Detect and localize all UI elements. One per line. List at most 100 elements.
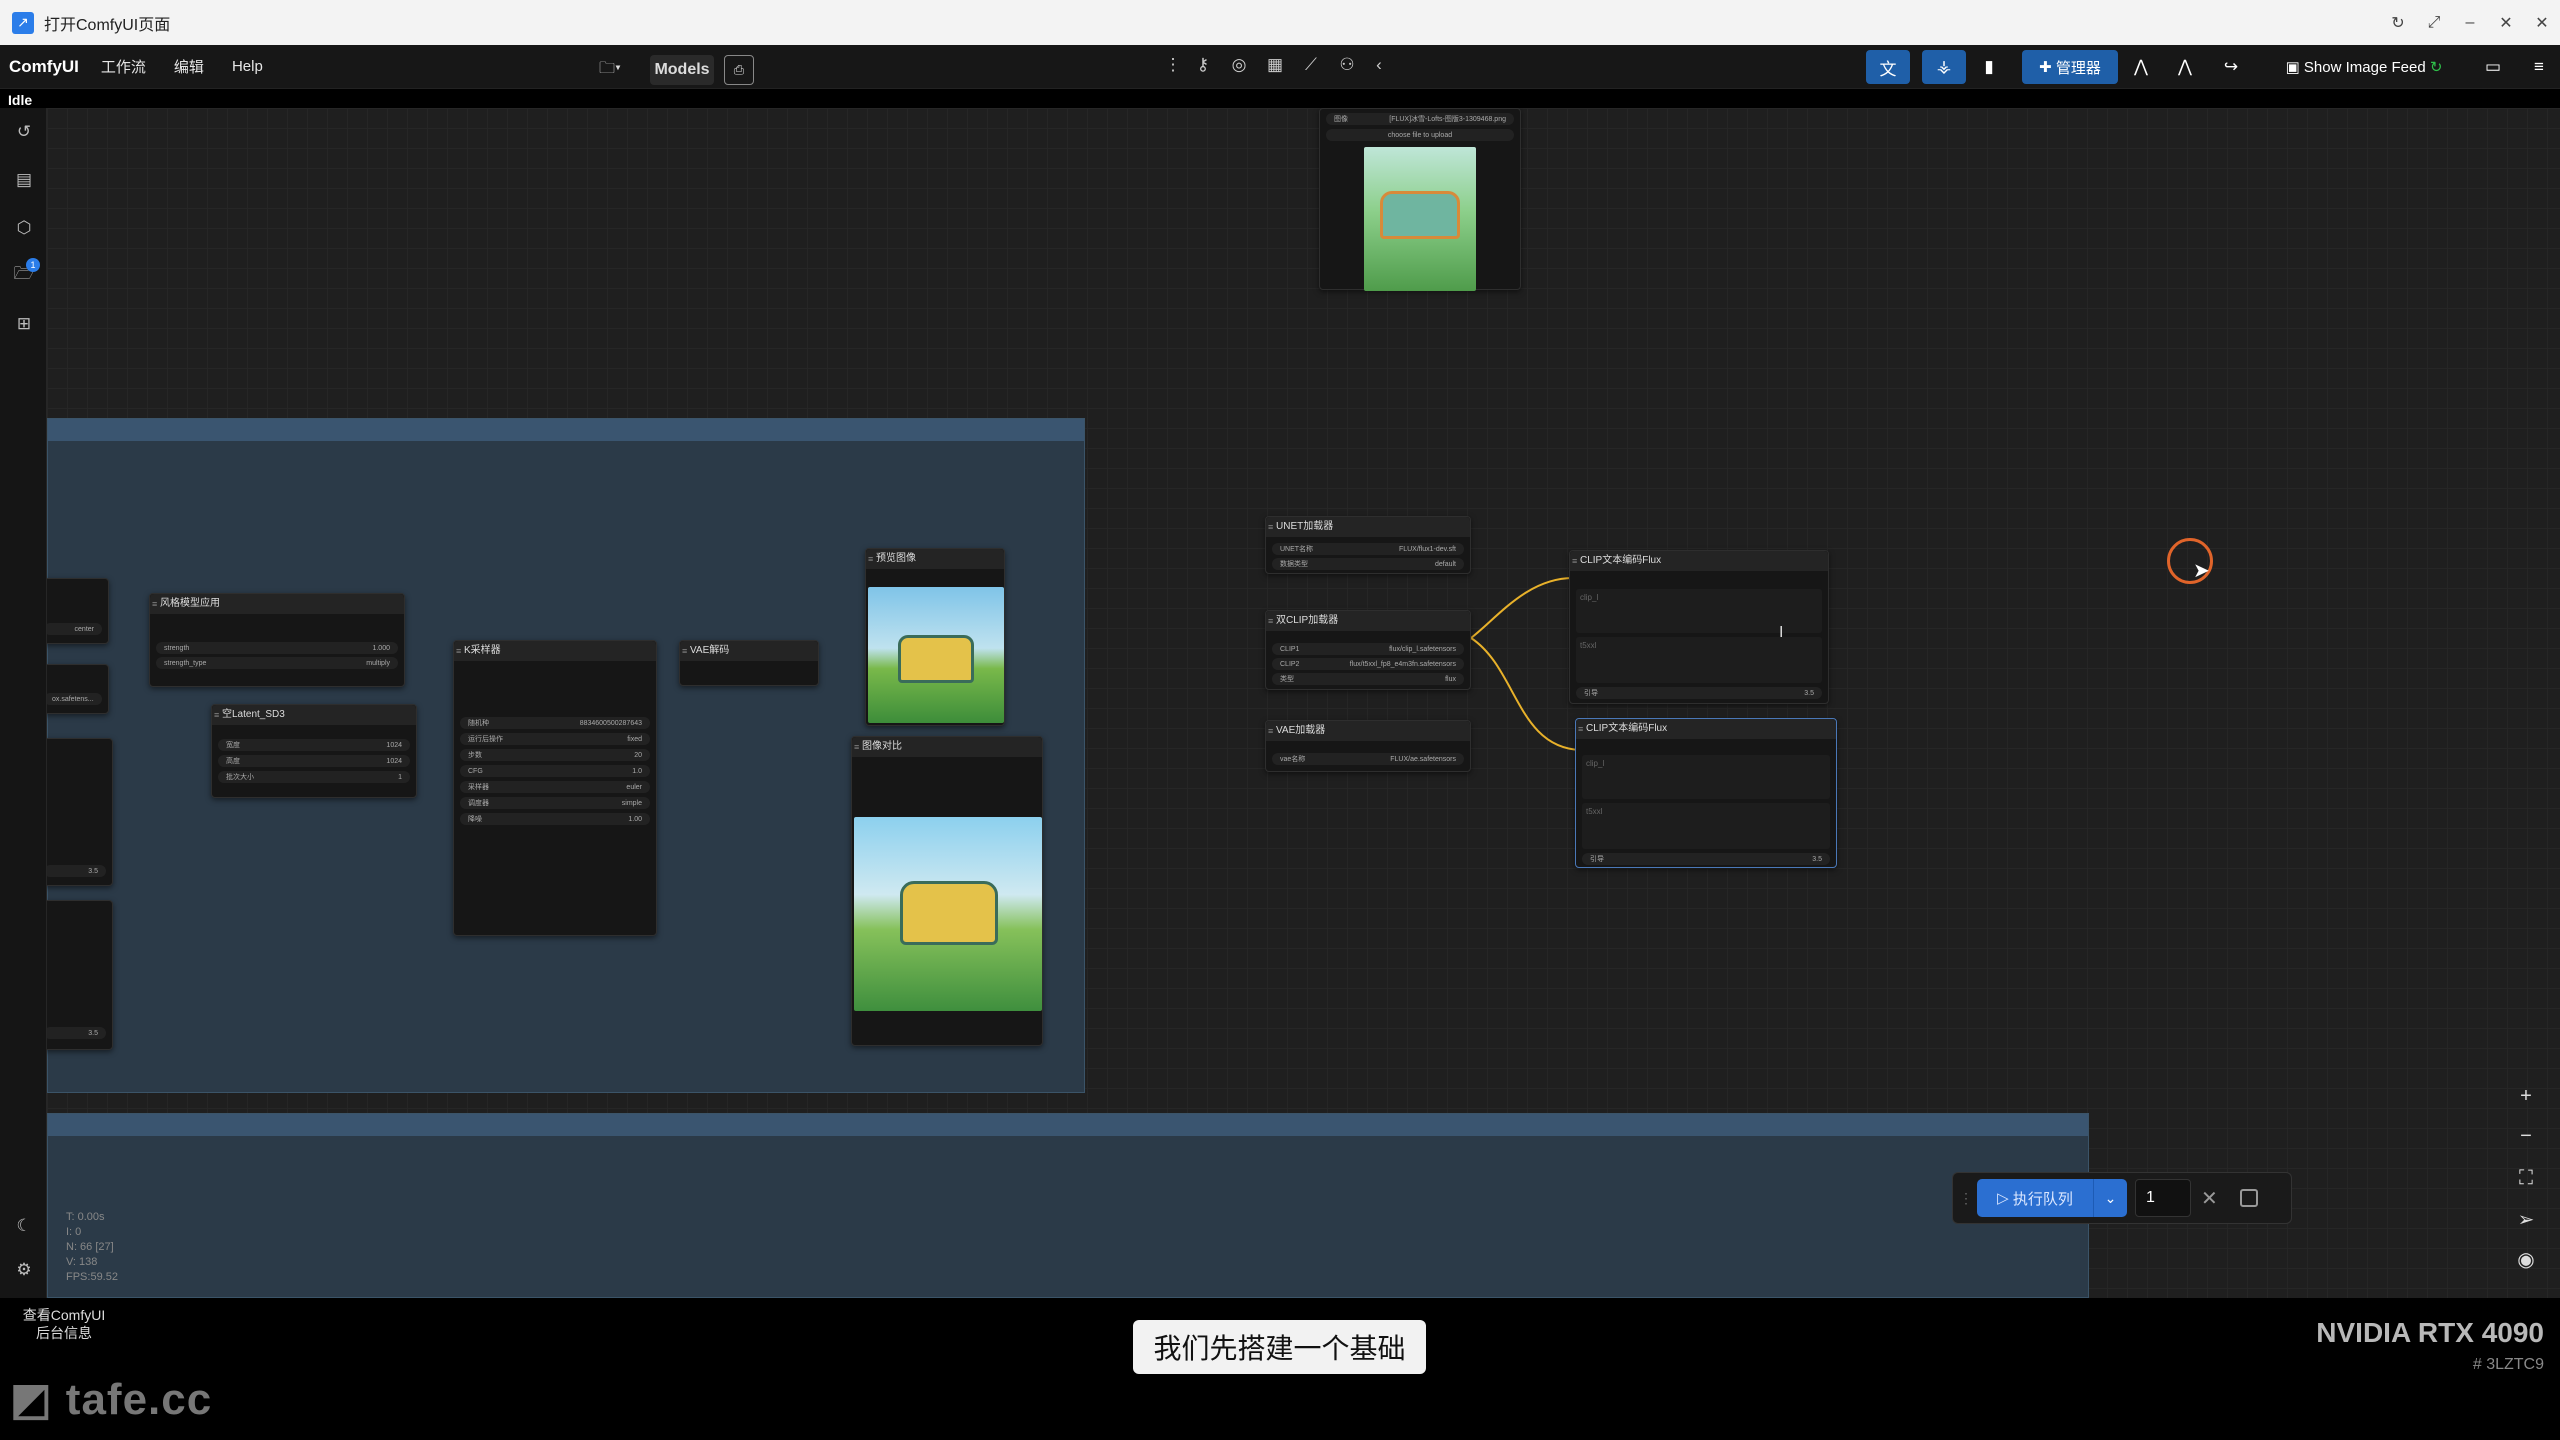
- node-title[interactable]: 双CLIP加载器: [1266, 611, 1470, 631]
- node-style-apply[interactable]: 风格模型应用 strength 1.000 strength_type multip…: [149, 593, 405, 687]
- zoom-out-icon[interactable]: −: [2510, 1120, 2542, 1152]
- flow-icon[interactable]: ⚶: [1922, 50, 1966, 84]
- node-title[interactable]: VAE解码: [680, 641, 818, 661]
- more-vert-icon[interactable]: ⋮: [1160, 52, 1186, 78]
- popout-icon[interactable]: ⤢: [2416, 14, 2452, 32]
- settings-gear-icon[interactable]: ⚙: [12, 1258, 36, 1282]
- partial-node[interactable]: 3.5: [47, 738, 113, 886]
- widget-control[interactable]: 运行后操作 fixed: [460, 733, 650, 745]
- node-title[interactable]: CLIP文本编码Flux: [1576, 719, 1836, 739]
- node-vae-loader[interactable]: VAE加载器 vae名称 FLUX/ae.safetensors: [1265, 720, 1471, 772]
- translate-icon[interactable]: 文: [1866, 50, 1910, 84]
- widget-weight-dtype[interactable]: 数据类型 default: [1272, 558, 1464, 570]
- t5xxl-textarea[interactable]: t5xxl: [1582, 803, 1830, 849]
- widget-steps[interactable]: 步数 20: [460, 749, 650, 761]
- widget-guidance[interactable]: 引导 3.5: [1576, 687, 1822, 699]
- widget-width[interactable]: 宽度 1024: [218, 739, 410, 751]
- manager-button[interactable]: ✚ 管理器: [2022, 50, 2118, 84]
- navigate-icon[interactable]: ➢: [2510, 1204, 2542, 1236]
- widget-denoise[interactable]: 降噪 1.00: [460, 813, 650, 825]
- moon-icon[interactable]: ☾: [12, 1214, 36, 1238]
- partial-node[interactable]: ox.safetens...: [47, 664, 109, 714]
- node-title[interactable]: K采样器: [454, 641, 656, 661]
- widget-clip-type[interactable]: 类型 flux: [1272, 673, 1464, 685]
- node-title[interactable]: 风格模型应用: [150, 594, 404, 614]
- widget-unet-name[interactable]: UNET名称 FLUX/flux1-dev.sft: [1272, 543, 1464, 555]
- menu-help[interactable]: Help: [232, 58, 263, 75]
- node-image-compare[interactable]: 图像对比: [851, 736, 1043, 1046]
- share-icon[interactable]: ↪: [2216, 50, 2246, 84]
- group-bottom[interactable]: [47, 1113, 2089, 1298]
- sitemap-icon[interactable]: ⊞: [12, 312, 36, 336]
- menu-workflow[interactable]: 工作流: [101, 56, 146, 77]
- node-clip-text-flux-1[interactable]: CLIP文本编码Flux clip_l t5xxl 引导 3.5: [1569, 550, 1829, 704]
- widget-sampler[interactable]: 采样器 euler: [460, 781, 650, 793]
- partial-node[interactable]: 3.5: [47, 900, 113, 1050]
- zoom-in-icon[interactable]: +: [2510, 1080, 2542, 1112]
- widget[interactable]: ox.safetens...: [47, 693, 102, 705]
- table-icon[interactable]: ▦: [1262, 52, 1288, 78]
- node-unet-loader[interactable]: UNET加载器 UNET名称 FLUX/flux1-dev.sft 数据类型 def…: [1265, 516, 1471, 574]
- widget-clip1[interactable]: CLIP1 flux/clip_l.safetensors: [1272, 643, 1464, 655]
- widget-strength-type[interactable]: strength_type multiply: [156, 657, 398, 669]
- node-title[interactable]: 图像对比: [852, 737, 1042, 757]
- eye-icon[interactable]: ◉: [2510, 1244, 2542, 1276]
- widget-scheduler[interactable]: 调度器 simple: [460, 797, 650, 809]
- refresh-icon[interactable]: ↻: [2380, 13, 2416, 33]
- node-load-image[interactable]: 图像 [FLUX]冰雪-Lofts-图版3-1309468.png choose …: [1319, 108, 1521, 291]
- brand-logo[interactable]: ComfyUI: [9, 57, 79, 77]
- share-alt2-icon[interactable]: ⋀: [2170, 50, 2200, 84]
- node-empty-latent[interactable]: 空Latent_SD3 宽度 1024 高度 1024 批次大小 1: [211, 704, 417, 798]
- cube-icon[interactable]: ⬡: [12, 216, 36, 240]
- share-alt-icon[interactable]: ⋀: [2126, 50, 2156, 84]
- widget-clip2[interactable]: CLIP2 flux/t5xxl_fp8_e4m3fn.safetensors: [1272, 658, 1464, 670]
- github-icon[interactable]: ⚇: [1334, 52, 1360, 78]
- loaded-image[interactable]: [1364, 147, 1476, 291]
- hamburger-icon[interactable]: ≡: [2524, 50, 2554, 84]
- minimize-icon[interactable]: –: [2452, 14, 2488, 32]
- clip-l-textarea[interactable]: clip_l: [1582, 755, 1830, 799]
- node-title[interactable]: UNET加载器: [1266, 517, 1470, 537]
- widget-cfg[interactable]: CFG 1.0: [460, 765, 650, 777]
- run-queue-button[interactable]: ▷ 执行队列: [1977, 1179, 2093, 1217]
- widget-height[interactable]: 高度 1024: [218, 755, 410, 767]
- save-icon[interactable]: ⎙: [724, 55, 754, 85]
- history-icon[interactable]: ↺: [12, 120, 36, 144]
- cancel-icon[interactable]: ✕: [2201, 1186, 2218, 1211]
- stop-icon[interactable]: [2239, 1189, 2258, 1207]
- widget-seed[interactable]: 随机种 8834600500287643: [460, 717, 650, 729]
- menu-edit[interactable]: 编辑: [174, 56, 204, 77]
- node-ksampler[interactable]: K采样器 随机种 8834600500287643 运行后操作 fixed 步数 20…: [453, 640, 657, 936]
- t5xxl-textarea[interactable]: t5xxl: [1576, 637, 1822, 683]
- widget[interactable]: 3.5: [47, 1027, 106, 1039]
- widget-strength[interactable]: strength 1.000: [156, 642, 398, 654]
- preview-image[interactable]: [868, 587, 1004, 723]
- check-circle-icon[interactable]: ◎: [1226, 52, 1252, 78]
- widget-vae-name[interactable]: vae名称 FLUX/ae.safetensors: [1272, 753, 1464, 765]
- console-info-link[interactable]: 查看ComfyUI 后台信息: [20, 1306, 108, 1342]
- group-header[interactable]: [48, 1114, 2088, 1136]
- widget[interactable]: 3.5: [47, 865, 106, 877]
- chevron-left-icon[interactable]: ‹: [1366, 52, 1392, 78]
- node-clip-text-flux-2[interactable]: CLIP文本编码Flux clip_l t5xxl 引导 3.5: [1575, 718, 1837, 868]
- clip-l-textarea[interactable]: clip_l: [1576, 589, 1822, 633]
- node-title[interactable]: 空Latent_SD3: [212, 705, 416, 725]
- node-preview-image[interactable]: 预览图像: [865, 548, 1005, 726]
- chevron-down-icon[interactable]: ⌄: [2093, 1179, 2127, 1217]
- queue-icon[interactable]: ▤: [12, 168, 36, 192]
- show-image-feed-button[interactable]: ▣ Show Image Feed ↻: [2272, 50, 2456, 84]
- batch-count-input[interactable]: 1: [2135, 1179, 2191, 1217]
- upload-button[interactable]: choose file to upload: [1326, 129, 1514, 141]
- fit-view-icon[interactable]: ⛶: [2510, 1162, 2542, 1194]
- drag-handle-icon[interactable]: ⋮: [1959, 1190, 1973, 1207]
- chart-icon[interactable]: ⟋: [1298, 52, 1324, 78]
- bookmark-icon[interactable]: ▮: [1976, 50, 2002, 84]
- node-title[interactable]: CLIP文本编码Flux: [1570, 551, 1828, 571]
- node-vae-decode[interactable]: VAE解码: [679, 640, 819, 686]
- widget[interactable]: center: [47, 623, 102, 635]
- close-tab-icon[interactable]: ✕: [2488, 13, 2524, 33]
- widget-guidance[interactable]: 引导 3.5: [1582, 853, 1830, 865]
- panel-icon[interactable]: ▭: [2478, 50, 2508, 84]
- graph-canvas[interactable]: center ox.safetens... 3.5 3.5 风格模型应用 str…: [47, 108, 2560, 1298]
- node-title[interactable]: 预览图像: [866, 549, 1004, 569]
